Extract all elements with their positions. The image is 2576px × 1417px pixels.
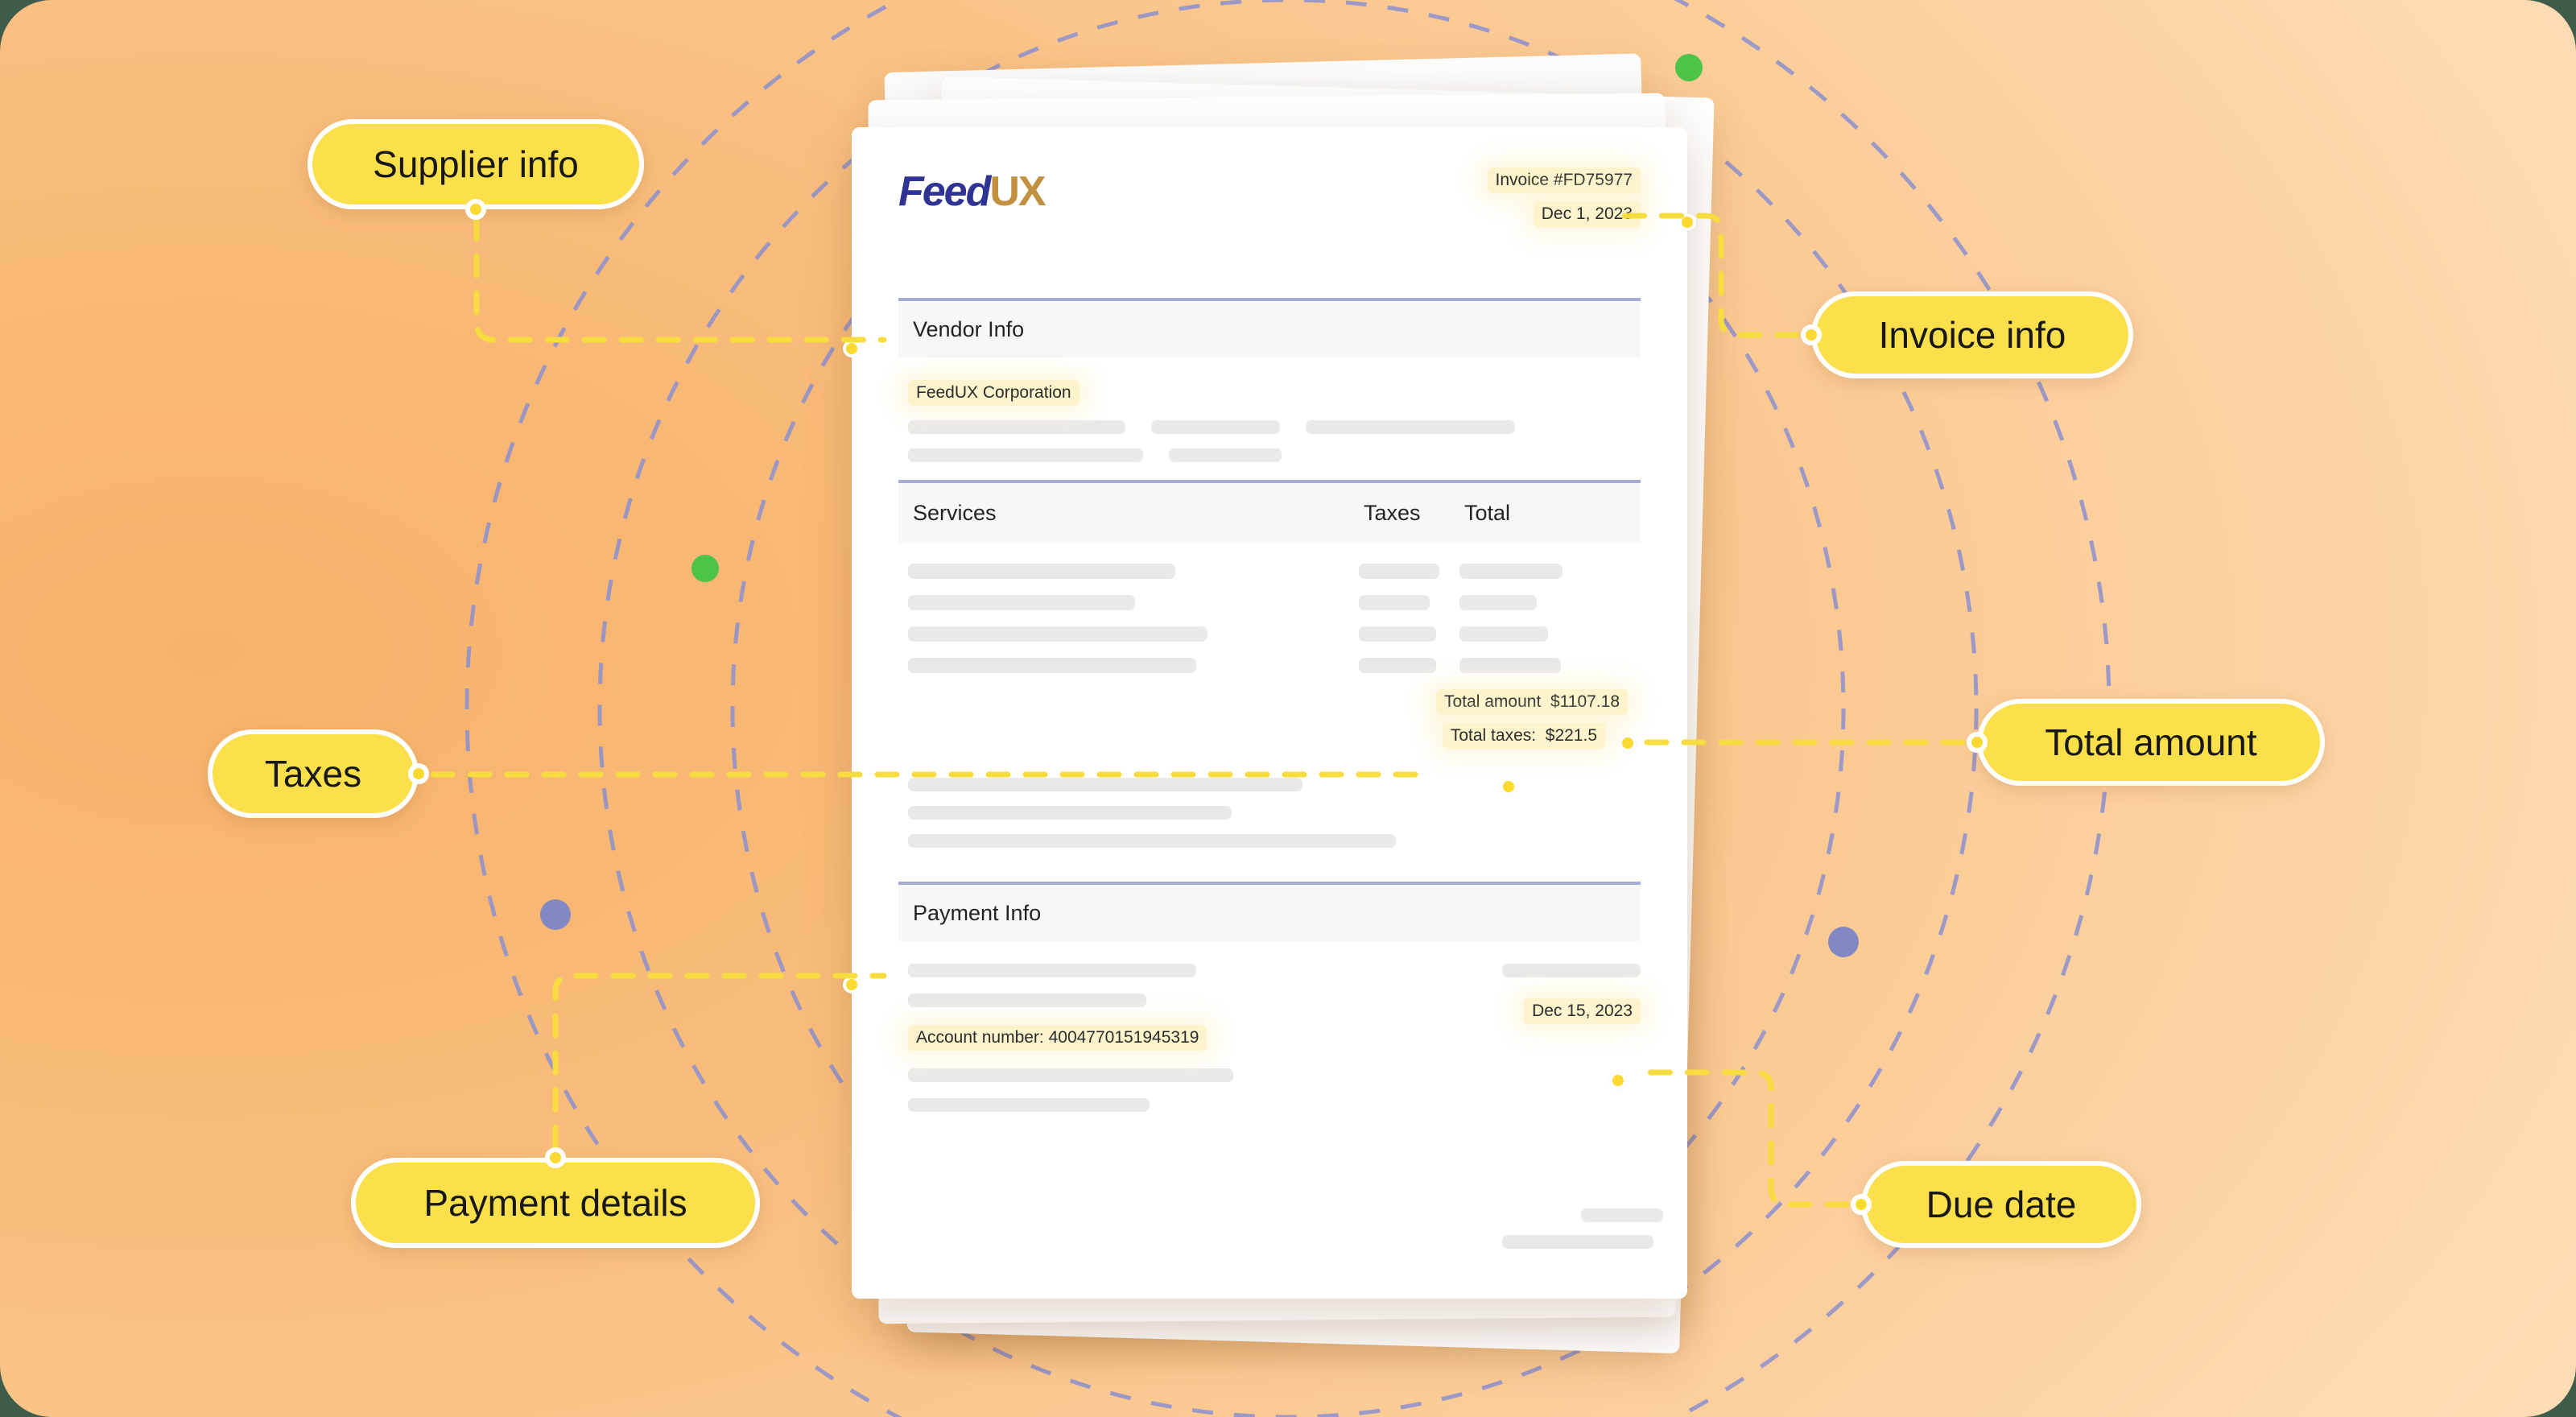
connector-dot-icon	[1967, 732, 1988, 753]
feedux-logo: FeedUX	[898, 168, 1046, 215]
total-taxes-value: $221.5	[1545, 726, 1597, 745]
skeleton-bar	[1306, 420, 1515, 434]
callout-label: Supplier info	[373, 143, 579, 185]
invoice-document[interactable]: FeedUX Invoice #FD75977 Dec 1, 2023 Vend…	[843, 127, 1696, 1299]
services-table-rows	[898, 543, 1641, 673]
account-number-chip[interactable]: Account number: 4004770151945319	[908, 1025, 1208, 1051]
total-amount-value: $1107.18	[1550, 692, 1620, 711]
callout-supplier-info[interactable]: Supplier info	[308, 119, 644, 220]
skeleton-bar	[1359, 564, 1439, 579]
invoice-date-chip[interactable]: Dec 1, 2023	[1533, 201, 1641, 227]
connector-dot-icon	[1851, 1194, 1872, 1215]
connector-dot-icon	[465, 199, 486, 220]
skeleton-bar	[1359, 626, 1436, 642]
anchor-dot-due-date[interactable]	[1609, 1072, 1627, 1089]
vendor-info-section-header: Vendor Info	[898, 298, 1641, 357]
vendor-info-body: FeedUX Corporation	[898, 357, 1641, 462]
anchor-dot-total-taxes[interactable]	[1500, 778, 1517, 795]
skeleton-bar	[908, 994, 1146, 1007]
purple-dot-left	[540, 899, 571, 930]
callout-label: Taxes	[264, 753, 362, 795]
skeleton-bar	[1359, 595, 1430, 610]
vendor-skeleton-row-2	[908, 448, 1641, 462]
invoice-number-chip[interactable]: Invoice #FD75977	[1487, 167, 1641, 193]
total-amount-label: Total amount	[1444, 692, 1542, 711]
column-header-taxes: Taxes	[1364, 500, 1421, 525]
total-amount-chip[interactable]: Total amount $1107.18	[1436, 689, 1628, 715]
callout-payment-details[interactable]: Payment details	[351, 1147, 760, 1248]
callout-label: Due date	[1926, 1184, 2077, 1225]
callout-label: Payment details	[423, 1182, 687, 1224]
skeleton-bar	[908, 964, 1196, 977]
connector-dot-icon	[1801, 324, 1822, 345]
total-taxes-chip[interactable]: Total taxes: $221.5	[1442, 723, 1605, 749]
invoice-totals: Total amount $1107.18 Total taxes: $221.…	[898, 689, 1641, 749]
payment-info-section-header: Payment Info	[898, 882, 1641, 941]
vendor-name-chip[interactable]: FeedUX Corporation	[908, 380, 1080, 406]
skeleton-bar	[1581, 1208, 1663, 1222]
callout-due-date[interactable]: Due date	[1851, 1161, 2141, 1248]
skeleton-bar	[908, 626, 1208, 642]
connector-supplier	[473, 216, 887, 343]
table-row	[908, 564, 1641, 579]
skeleton-bar	[1502, 964, 1641, 977]
skeleton-bar	[1459, 595, 1537, 610]
skeleton-bar	[1169, 448, 1282, 462]
connector-payment	[552, 973, 887, 1150]
anchor-dot-vendor-info[interactable]	[843, 340, 861, 357]
skeleton-bar	[908, 1068, 1233, 1082]
skeleton-bar	[908, 1098, 1150, 1112]
invoice-footer-skeleton	[1502, 1208, 1663, 1262]
skeleton-bar	[1151, 420, 1280, 434]
anchor-dot-invoice-meta[interactable]	[1678, 213, 1696, 231]
anchor-dot-total-amount[interactable]	[1619, 734, 1637, 752]
skeleton-bar	[908, 806, 1232, 820]
skeleton-bar	[1459, 564, 1563, 579]
skeleton-bar	[908, 595, 1135, 610]
skeleton-bar	[908, 448, 1143, 462]
skeleton-bar	[1459, 626, 1548, 642]
skeleton-bar	[908, 420, 1125, 434]
table-row	[908, 595, 1641, 610]
skeleton-bar	[908, 834, 1396, 848]
connector-dot-icon	[408, 763, 429, 784]
column-header-services: Services	[913, 500, 997, 525]
screenshot-canvas: FeedUX Invoice #FD75977 Dec 1, 2023 Vend…	[0, 0, 2576, 1417]
table-row	[908, 626, 1641, 642]
logo-text-ux: UX	[989, 168, 1046, 215]
services-table-header: Services Taxes Total	[898, 480, 1641, 543]
callout-taxes[interactable]: Taxes	[208, 729, 429, 818]
due-date-chip[interactable]: Dec 15, 2023	[1524, 998, 1641, 1024]
total-taxes-label: Total taxes:	[1450, 726, 1537, 745]
connector-dot-icon	[545, 1147, 566, 1168]
skeleton-bar	[908, 658, 1196, 673]
logo-text-feed: Feed	[898, 168, 991, 215]
invoice-header: FeedUX Invoice #FD75977 Dec 1, 2023	[898, 163, 1641, 283]
table-row	[908, 658, 1641, 673]
callout-invoice-info[interactable]: Invoice info	[1801, 291, 2133, 378]
green-dot-top	[1675, 54, 1703, 81]
callout-label: Invoice info	[1878, 314, 2066, 356]
payment-info-body: Account number: 4004770151945319 Dec 15,…	[898, 941, 1641, 1128]
anchor-dot-payment-info[interactable]	[843, 976, 861, 994]
purple-dot-right	[1828, 927, 1859, 957]
skeleton-bar	[1459, 658, 1561, 673]
notes-skeleton-block	[898, 749, 1641, 848]
payment-info-title: Payment Info	[913, 900, 1042, 925]
invoice-meta: Invoice #FD75977 Dec 1, 2023	[1487, 167, 1641, 227]
callout-total-amount[interactable]: Total amount	[1967, 699, 2325, 786]
skeleton-bar	[1359, 658, 1436, 673]
vendor-info-title: Vendor Info	[913, 316, 1025, 341]
column-header-total: Total	[1464, 500, 1511, 525]
skeleton-bar	[908, 778, 1302, 791]
callout-label: Total amount	[2045, 721, 2257, 763]
green-dot-left	[691, 555, 719, 582]
skeleton-bar	[1502, 1235, 1653, 1249]
skeleton-bar	[908, 564, 1175, 579]
vendor-skeleton-row-1	[908, 420, 1641, 434]
